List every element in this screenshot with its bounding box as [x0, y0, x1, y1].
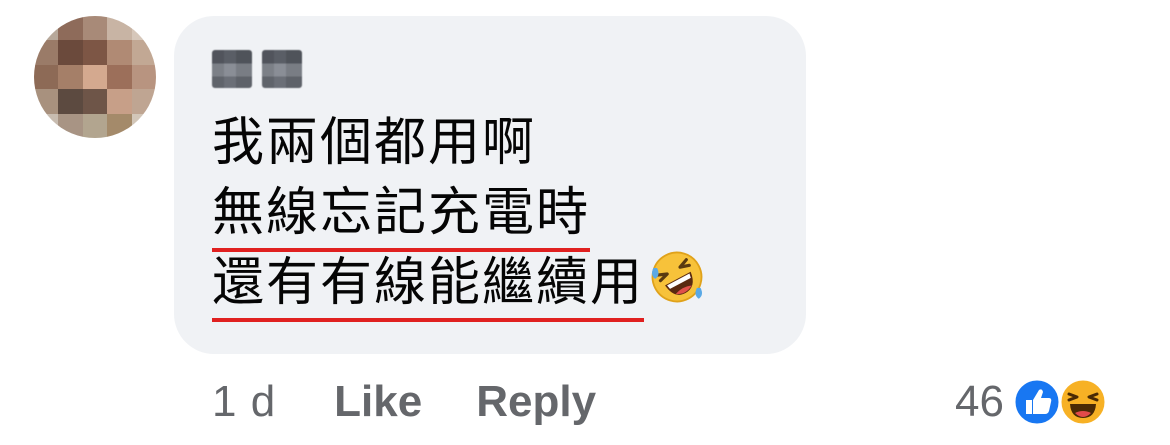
comment-bubble: 我兩個都用啊 無線忘記充電時 還有有線能繼續用: [174, 16, 806, 354]
comment-container: 我兩個都用啊 無線忘記充電時 還有有線能繼續用 1 d Like Reply 4…: [0, 0, 1170, 445]
like-button[interactable]: Like: [334, 377, 422, 427]
redacted-block: [212, 50, 252, 88]
comment-actions: 1 d Like Reply: [212, 372, 650, 432]
avatar[interactable]: [34, 16, 156, 138]
author-name-redacted[interactable]: [212, 50, 302, 88]
rolling-on-floor-laughing-emoji-icon: [651, 251, 703, 303]
comment-line-underlined: 還有有線能繼續用: [212, 248, 792, 322]
reply-button[interactable]: Reply: [476, 377, 596, 427]
redacted-block: [262, 50, 302, 88]
like-reaction-icon: [1012, 377, 1062, 427]
comment-line-text: 無線忘記充電時: [212, 182, 591, 252]
comment-line-text: 還有有線能繼續用: [212, 252, 645, 322]
comment-line: 我兩個都用啊: [212, 108, 792, 178]
haha-reaction-icon: [1058, 377, 1108, 427]
reaction-count: 46: [955, 377, 1004, 426]
comment-line-text: 我兩個都用啊: [212, 113, 537, 173]
comment-text: 我兩個都用啊 無線忘記充電時 還有有線能繼續用: [212, 108, 792, 322]
comment-line-underlined: 無線忘記充電時: [212, 178, 792, 252]
reactions-summary[interactable]: 46: [955, 372, 1108, 432]
timestamp-link[interactable]: 1 d: [212, 377, 276, 427]
